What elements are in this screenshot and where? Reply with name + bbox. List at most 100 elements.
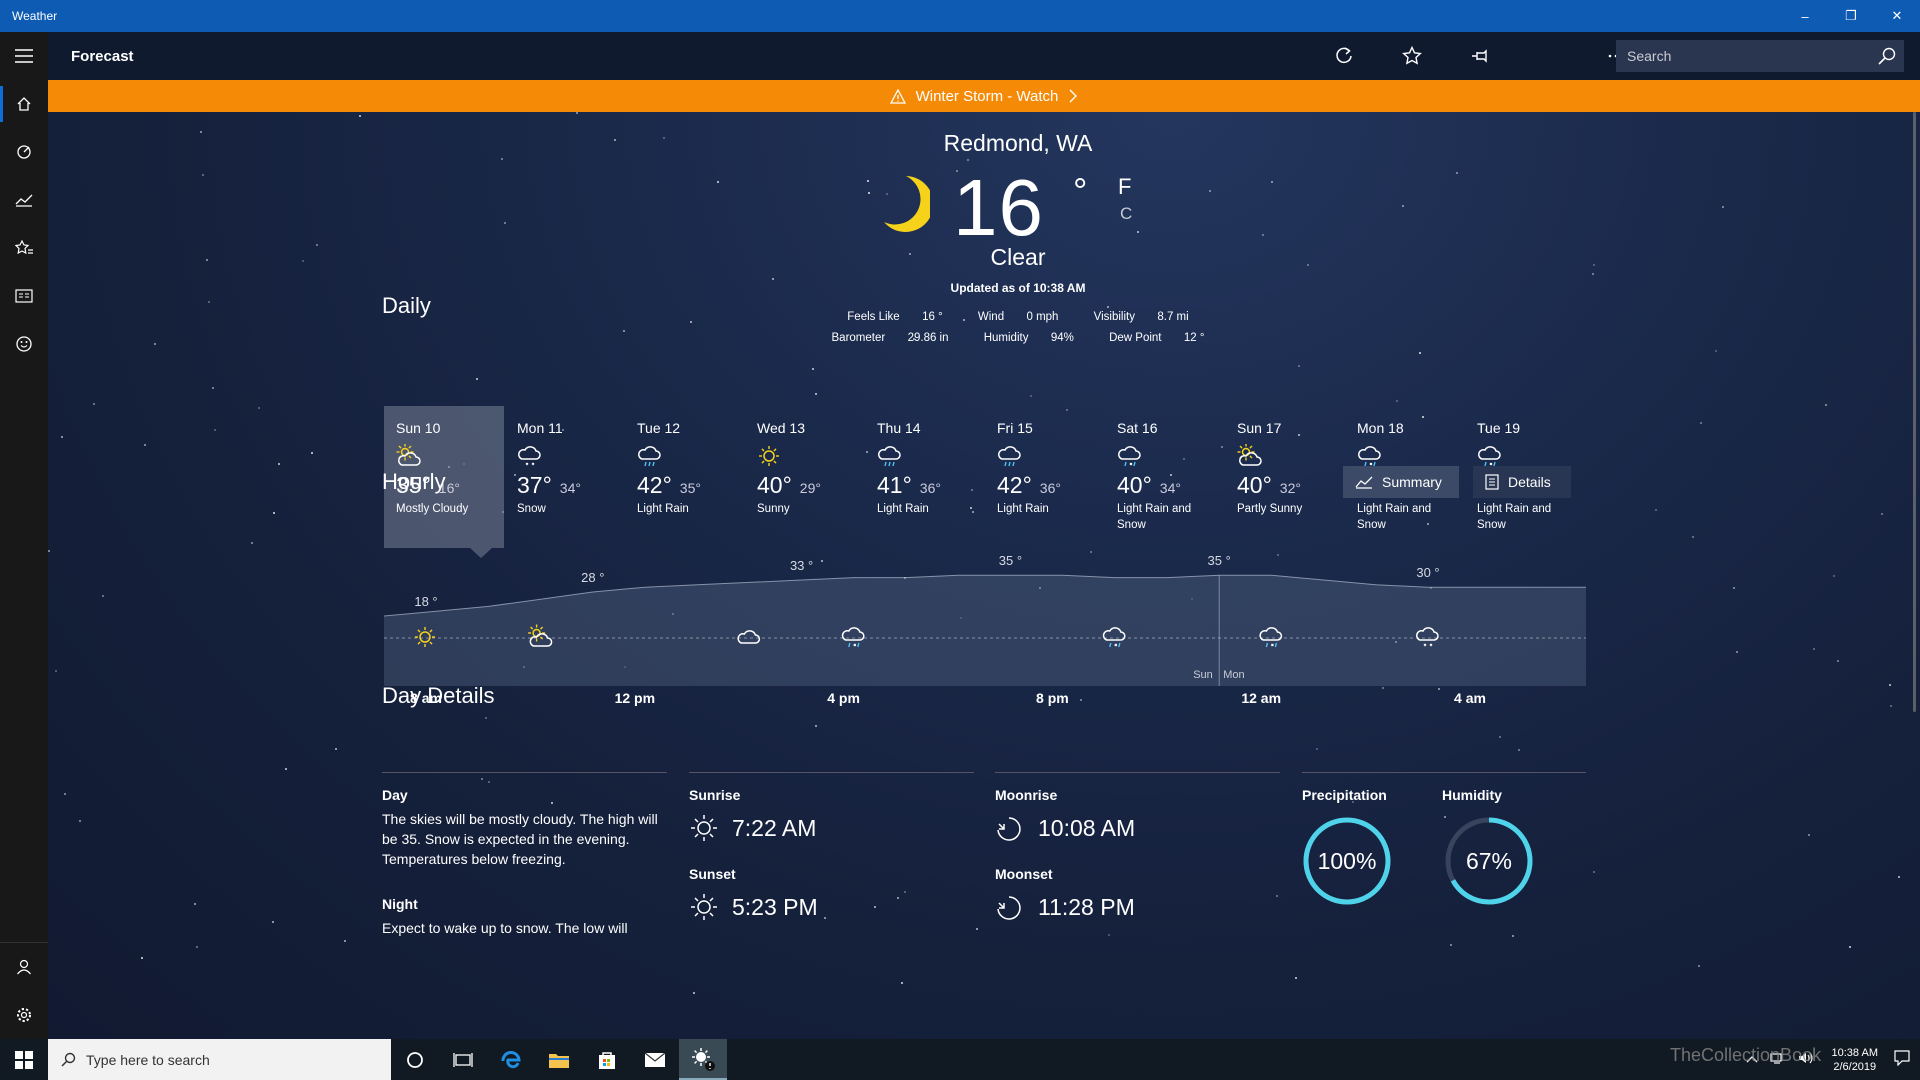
weather-alert-banner[interactable]: Winter Storm - Watch — [48, 80, 1920, 112]
star-icon — [1402, 46, 1422, 65]
star-dot — [1733, 587, 1735, 589]
minimize-button[interactable]: – — [1782, 0, 1828, 32]
main-content: Redmond, WA 16 ° F C Clear Updated as of… — [48, 112, 1920, 1039]
star-dot — [278, 463, 280, 465]
temperature-data-label: 35 ° — [1208, 553, 1231, 568]
smiley-icon — [16, 336, 32, 352]
hamburger-icon — [15, 49, 33, 63]
pin-icon — [1472, 49, 1487, 63]
edge-taskbar-button[interactable] — [487, 1039, 535, 1080]
star-dot — [717, 181, 719, 183]
star-dot — [335, 748, 337, 750]
refresh-button[interactable] — [1310, 32, 1378, 80]
star-dot — [476, 378, 478, 380]
sidebar-item-news[interactable] — [0, 272, 48, 320]
wind-stat: Wind 0 mph — [970, 311, 1067, 323]
star-dot — [663, 137, 665, 139]
sidebar-item-settings[interactable] — [0, 991, 48, 1039]
visibility-value: 8.7 mi — [1157, 311, 1189, 323]
sidebar-item-account[interactable] — [0, 943, 48, 991]
cortana-button[interactable] — [391, 1039, 439, 1080]
rain-snow-icon — [1118, 446, 1141, 467]
action-center-button[interactable] — [1894, 1050, 1910, 1069]
details-button[interactable]: Details — [1473, 466, 1571, 498]
sidebar-item-historical[interactable] — [0, 176, 48, 224]
weather-taskbar-button[interactable] — [679, 1039, 727, 1080]
sunrise-label: Sunrise — [689, 787, 741, 803]
day-name: Sun 10 — [396, 420, 441, 436]
star-dot — [1715, 350, 1717, 352]
temperature-data-label: 28 ° — [581, 570, 604, 585]
hamburger-menu-button[interactable] — [0, 32, 48, 80]
star-dot — [481, 778, 483, 780]
watermark: TheCollectionBook — [1670, 1045, 1822, 1065]
hourly-time-label: 8 pm — [1036, 690, 1069, 706]
favorite-button[interactable] — [1378, 32, 1446, 80]
task-view-button[interactable] — [439, 1039, 487, 1080]
start-button[interactable] — [0, 1039, 48, 1080]
star-dot — [1722, 206, 1724, 208]
day-name: Mon 18 — [1357, 420, 1404, 436]
degree-symbol: ° — [1073, 170, 1088, 211]
star-dot — [1593, 871, 1595, 873]
day-condition-icon — [396, 443, 504, 470]
close-button[interactable]: ✕ — [1874, 0, 1920, 32]
app-header: Forecast — [48, 32, 1920, 80]
sidebar-item-places[interactable] — [0, 224, 48, 272]
current-temperature: 16 — [953, 163, 1044, 252]
sidebar-item-forecast[interactable] — [0, 80, 48, 128]
day-summary-text: The skies will be mostly cloudy. The hig… — [382, 811, 658, 867]
day-condition-icon — [517, 444, 625, 470]
sidebar-item-maps[interactable] — [0, 128, 48, 176]
star-dot — [824, 917, 826, 919]
unit-celsius-toggle[interactable]: C — [1120, 204, 1132, 224]
unit-fahrenheit-toggle[interactable]: F — [1118, 174, 1131, 200]
star-dot — [93, 403, 95, 405]
star-dot — [141, 957, 143, 959]
restore-button[interactable]: ❐ — [1828, 0, 1874, 32]
star-dot — [1518, 749, 1520, 751]
sidebar-item-feedback[interactable] — [0, 320, 48, 368]
search-input[interactable] — [1627, 48, 1867, 64]
store-button[interactable] — [583, 1039, 631, 1080]
taskbar-clock[interactable]: 10:38 AM 2/6/2019 — [1832, 1046, 1878, 1074]
folder-icon — [549, 1053, 569, 1068]
pin-button[interactable] — [1446, 32, 1514, 80]
wind-label: Wind — [977, 311, 1005, 323]
star-dot — [1396, 400, 1398, 402]
star-dot — [901, 982, 903, 984]
star-dot — [258, 407, 260, 409]
clock-time: 10:38 AM — [1831, 1046, 1878, 1059]
mail-button[interactable] — [631, 1039, 679, 1080]
day-low: 36° — [919, 480, 941, 496]
search-box[interactable] — [1616, 40, 1904, 72]
hourly-time-label: 12 pm — [614, 690, 656, 706]
star-dot — [488, 781, 490, 783]
star-dot — [1499, 736, 1501, 738]
day-condition-icon — [997, 444, 1105, 470]
summary-label: Summary — [1382, 474, 1442, 490]
taskbar-search-box[interactable]: Type here to search — [48, 1039, 391, 1080]
window-title: Weather — [12, 9, 58, 23]
file-explorer-button[interactable] — [535, 1039, 583, 1080]
weather-app-icon — [692, 1047, 715, 1071]
day-high: 42° — [997, 472, 1032, 498]
star-dot — [1209, 190, 1211, 192]
star-dot — [272, 921, 274, 923]
sunset-icon — [691, 894, 717, 920]
summary-button[interactable]: Summary — [1343, 466, 1459, 498]
moonrise-time: 10:08 AM — [1038, 815, 1136, 841]
search-button[interactable] — [1878, 47, 1896, 70]
day-name: Fri 15 — [997, 420, 1033, 436]
taskbar-search-placeholder: Type here to search — [86, 1051, 210, 1068]
warning-icon — [889, 88, 906, 104]
star-dot — [1890, 705, 1892, 707]
star-dot — [1655, 509, 1657, 511]
star-dot — [1108, 934, 1110, 936]
scrollbar[interactable] — [1913, 112, 1916, 712]
day-name: Tue 12 — [637, 420, 681, 436]
night-mode-button[interactable] — [1514, 32, 1582, 80]
user-icon — [17, 959, 31, 975]
star-dot — [302, 260, 304, 262]
star-dot — [1837, 660, 1839, 662]
